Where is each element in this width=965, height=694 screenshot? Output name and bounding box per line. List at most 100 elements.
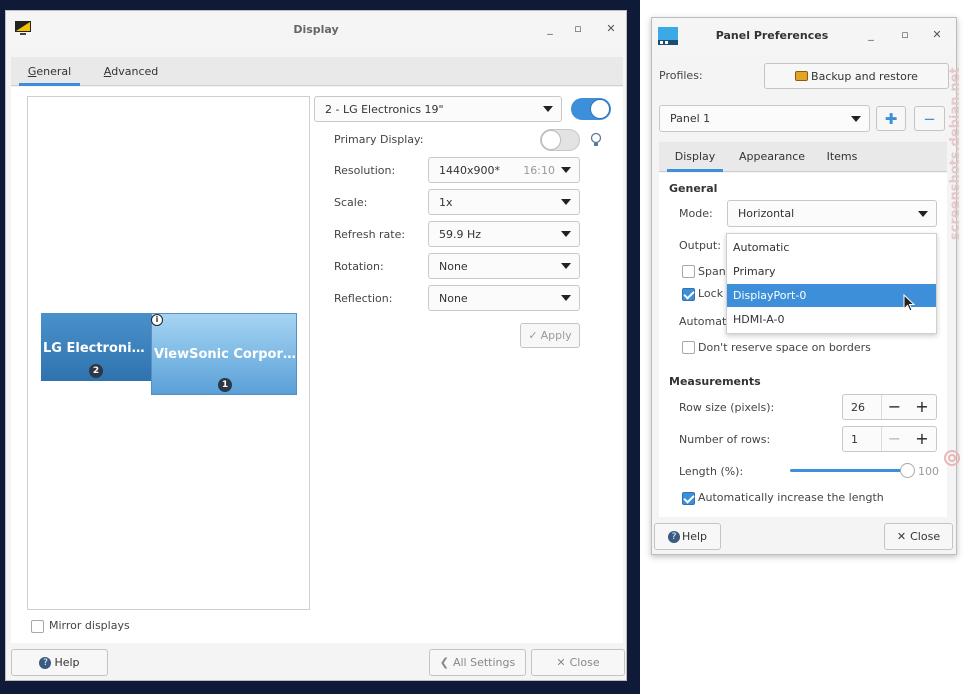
tab-general-mnemonic: G: [27, 64, 37, 78]
chevron-down-icon: [561, 167, 571, 173]
primary-display-label: Primary Display:: [334, 133, 424, 146]
mode-label: Mode:: [679, 207, 713, 220]
maximize-button[interactable]: ▫: [896, 28, 914, 44]
chevron-down-icon: [561, 295, 571, 301]
lock-panel-checkbox[interactable]: [682, 288, 695, 301]
mirror-displays-checkbox[interactable]: [31, 620, 44, 633]
add-panel-button[interactable]: ✚: [876, 106, 906, 131]
aspect-ratio: 16:10: [523, 163, 555, 177]
row-size-label: Row size (pixels):: [679, 401, 775, 414]
output-dropdown[interactable]: Automatic Primary DisplayPort-0 HDMI-A-0: [726, 233, 937, 334]
help-button[interactable]: ? Help: [654, 523, 721, 550]
length-slider-handle[interactable]: [900, 463, 915, 478]
rows-increment[interactable]: +: [909, 427, 935, 451]
panel-select[interactable]: Panel 1: [659, 105, 870, 132]
monitor-layout-canvas[interactable]: LG Electroni… 2 ViewSonic Corpor… 1 i: [27, 96, 310, 610]
minimize-button[interactable]: _: [862, 28, 880, 44]
tab-advanced-label: dvanced: [111, 64, 159, 78]
info-icon[interactable]: i: [151, 314, 163, 326]
output-option-automatic[interactable]: Automatic: [727, 236, 936, 259]
number-of-rows-label: Number of rows:: [679, 433, 771, 446]
row-size-increment[interactable]: +: [909, 395, 935, 419]
tab-appearance[interactable]: Appearance: [736, 142, 808, 171]
row-size-decrement[interactable]: −: [881, 395, 907, 419]
close-label: Close: [910, 530, 941, 543]
general-header: General: [669, 182, 718, 195]
backup-restore-button[interactable]: Backup and restore: [764, 63, 949, 89]
panel-select-value: Panel 1: [670, 112, 711, 125]
minimize-button[interactable]: _: [541, 22, 559, 38]
maximize-button[interactable]: ▫: [569, 22, 587, 38]
window-title: Display: [293, 23, 339, 36]
display-titlebar[interactable]: Display _ ▫ ✕: [6, 11, 626, 49]
toggle-knob: [541, 130, 561, 150]
close-button[interactable]: ✕ Close: [531, 649, 625, 676]
span-monitors-checkbox[interactable]: [682, 265, 695, 278]
all-settings-label: All Settings: [452, 656, 516, 669]
output-option-primary[interactable]: Primary: [727, 260, 936, 283]
display-tabs: General Advanced: [11, 57, 623, 86]
minus-icon: −: [923, 109, 936, 128]
apply-button[interactable]: ✓ Apply: [520, 323, 580, 348]
reflection-label: Reflection:: [334, 292, 393, 305]
monitor-viewsonic[interactable]: ViewSonic Corpor… 1: [151, 313, 297, 395]
tab-advanced[interactable]: Advanced: [97, 57, 165, 85]
lightbulb-icon[interactable]: [590, 132, 602, 148]
help-button[interactable]: ? Help: [11, 649, 108, 676]
panel-preferences-window: Panel Preferences _ ▫ ✕ Profiles: Backup…: [651, 17, 957, 555]
resolution-label: Resolution:: [334, 164, 396, 177]
tab-display[interactable]: Display: [665, 142, 725, 172]
display-selector[interactable]: 2 - LG Electronics 19": [314, 96, 562, 122]
rotation-label: Rotation:: [334, 260, 384, 273]
reflection-select[interactable]: None: [428, 285, 580, 311]
rotation-select[interactable]: None: [428, 253, 580, 279]
tab-general[interactable]: General: [17, 57, 82, 86]
tab-advanced-mnemonic: A: [103, 64, 112, 78]
display-enabled-toggle[interactable]: [571, 98, 611, 120]
chevron-down-icon: [561, 263, 571, 269]
monitor-lg-number: 2: [89, 364, 103, 378]
number-of-rows-spinner[interactable]: 1 − +: [842, 426, 937, 452]
reserve-space-checkbox[interactable]: [682, 341, 695, 354]
watermark: screenshots.debian.net: [948, 67, 963, 240]
length-value: 100: [918, 465, 939, 478]
monitor-viewsonic-label: ViewSonic Corpor…: [154, 347, 296, 362]
backup-restore-label: Backup and restore: [811, 69, 918, 83]
remove-panel-button[interactable]: −: [914, 106, 945, 131]
measurements-header: Measurements: [669, 375, 761, 388]
all-settings-button[interactable]: ❮ All Settings: [429, 649, 526, 676]
resolution-select[interactable]: 1440x900* 16:10: [428, 157, 580, 183]
rows-decrement[interactable]: −: [881, 427, 907, 451]
profiles-label: Profiles:: [659, 69, 703, 82]
mouse-cursor-icon: [903, 294, 915, 312]
close-label: Close: [569, 656, 600, 669]
refresh-rate-value: 59.9 Hz: [439, 227, 482, 241]
row-size-spinner[interactable]: 26 − +: [842, 394, 937, 420]
length-slider[interactable]: [790, 469, 908, 472]
panel-titlebar[interactable]: Panel Preferences _ ▫ ✕: [652, 18, 956, 54]
debian-swirl-icon: [944, 450, 960, 466]
output-label: Output:: [679, 239, 721, 252]
reserve-space-label: Don't reserve space on borders: [698, 341, 871, 354]
help-icon: ?: [39, 656, 52, 669]
scale-select[interactable]: 1x: [428, 189, 580, 215]
close-button[interactable]: ✕ Close: [884, 523, 953, 550]
mode-select[interactable]: Horizontal: [727, 200, 937, 227]
close-window-button[interactable]: ✕: [602, 22, 620, 38]
help-label: Help: [681, 530, 708, 543]
auto-increase-length-label: Automatically increase the length: [698, 491, 884, 504]
watermark-text: screenshots.debian.net: [948, 67, 963, 240]
chevron-down-icon: [851, 115, 861, 122]
close-icon: ✕: [556, 656, 566, 669]
refresh-rate-select[interactable]: 59.9 Hz: [428, 221, 580, 247]
auto-increase-length-checkbox[interactable]: [682, 492, 695, 505]
scale-label: Scale:: [334, 196, 368, 209]
monitor-lg[interactable]: LG Electroni… 2: [41, 313, 151, 381]
display-selector-value: 2 - LG Electronics 19": [325, 102, 444, 116]
tab-items[interactable]: Items: [821, 142, 863, 171]
primary-display-toggle[interactable]: [540, 129, 580, 151]
mirror-displays-label: Mirror displays: [49, 619, 130, 632]
close-window-button[interactable]: ✕: [928, 28, 946, 44]
apply-label: Apply: [540, 329, 572, 342]
mode-value: Horizontal: [738, 207, 795, 220]
